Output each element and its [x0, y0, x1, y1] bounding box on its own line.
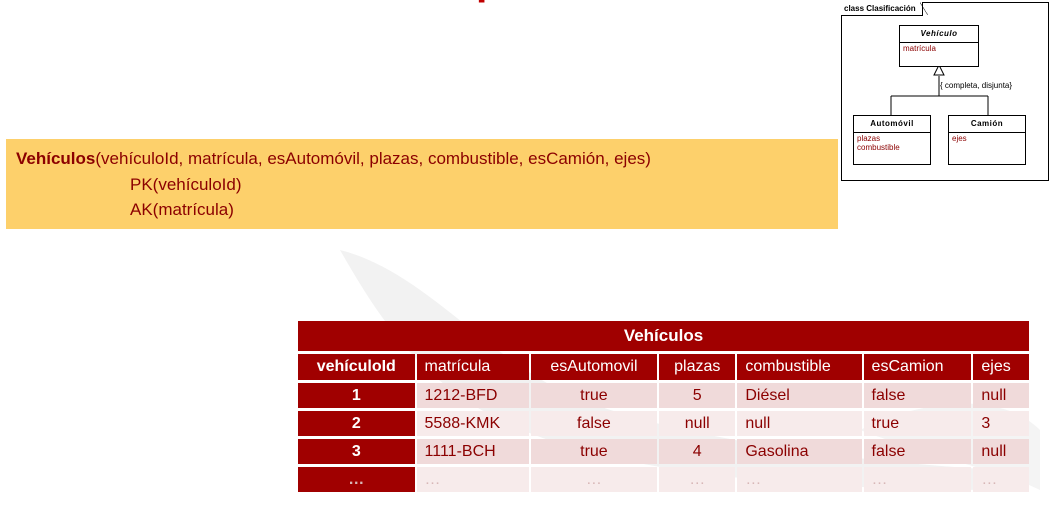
table-cell: false [863, 383, 972, 408]
uml-class-vehiculo: Vehículo matrícula [899, 25, 979, 67]
uml-class-name: Automóvil [854, 116, 930, 133]
table-row-ellipsis: … … … … … … … [298, 467, 1029, 492]
uml-class-automovil: Automóvil plazas combustible [853, 115, 931, 165]
table-cell: … [863, 467, 972, 492]
column-header: matrícula [416, 354, 529, 380]
uml-attribute: ejes [952, 134, 967, 143]
column-header: plazas [659, 354, 736, 380]
table-cell: Diésel [737, 383, 862, 408]
uml-class-diagram: class Clasificación Vehículo matrícula {… [841, 2, 1049, 181]
table-cell: null [973, 439, 1029, 464]
table-cell: … [973, 467, 1029, 492]
table-cell: 5 [659, 383, 736, 408]
primary-key: PK(vehículoId) [130, 175, 242, 194]
table-cell: … [298, 467, 415, 492]
column-header: esCamion [863, 354, 972, 380]
column-header: vehículoId [298, 354, 415, 380]
table-cell: … [659, 467, 736, 492]
table-row: 3 1111-BCH true 4 Gasolina false null [298, 439, 1029, 464]
table-cell: 5588-KMK [416, 411, 529, 436]
table-cell: false [530, 411, 658, 436]
table-row: 1 1212-BFD true 5 Diésel false null [298, 383, 1029, 408]
column-header: esAutomovil [530, 354, 658, 380]
uml-attribute-plazas: plazas [857, 134, 881, 143]
table-cell: 1 [298, 383, 415, 408]
table-caption: Vehículos [298, 321, 1029, 351]
vehiculos-table: Vehículos vehículoId matrícula esAutomov… [296, 318, 1031, 495]
table-row: 2 5588-KMK false null null true 3 [298, 411, 1029, 436]
uml-constraint: { completa, disjunta} [940, 81, 1013, 90]
table-cell: 2 [298, 411, 415, 436]
relation-schema-box: Vehículos(vehículoId, matrícula, esAutom… [6, 139, 838, 229]
table-cell: 3 [973, 411, 1029, 436]
uml-attribute-combustible: combustible [857, 143, 900, 152]
uml-attribute: matrícula [903, 44, 936, 53]
table-cell: null [659, 411, 736, 436]
relation-signature: Vehículos(vehículoId, matrícula, esAutom… [16, 149, 651, 169]
table-cell: 1111-BCH [416, 439, 529, 464]
table-cell: false [863, 439, 972, 464]
uml-class-name: Camión [949, 116, 1025, 133]
table-cell: 1212-BFD [416, 383, 529, 408]
table-cell: 3 [298, 439, 415, 464]
uml-attribute: plazas combustible [854, 133, 930, 153]
table-header-row: vehículoId matrícula esAutomovil plazas … [298, 354, 1029, 380]
title-fragment: - [478, 0, 498, 11]
relation-attributes: (vehículoId, matrícula, esAutomóvil, pla… [95, 149, 651, 168]
uml-class-camion: Camión ejes [948, 115, 1026, 165]
alternate-key: AK(matrícula) [130, 200, 234, 219]
table-cell: null [737, 411, 862, 436]
table-cell: … [416, 467, 529, 492]
table-cell: true [863, 411, 972, 436]
table-cell: … [737, 467, 862, 492]
relation-name: Vehículos [16, 149, 96, 168]
table-cell: 4 [659, 439, 736, 464]
table-cell: null [973, 383, 1029, 408]
table-cell: … [530, 467, 658, 492]
column-header: combustible [737, 354, 862, 380]
table-cell: true [530, 439, 658, 464]
table-cell: true [530, 383, 658, 408]
column-header: ejes [973, 354, 1029, 380]
uml-class-name: Vehículo [900, 26, 978, 43]
table-cell: Gasolina [737, 439, 862, 464]
